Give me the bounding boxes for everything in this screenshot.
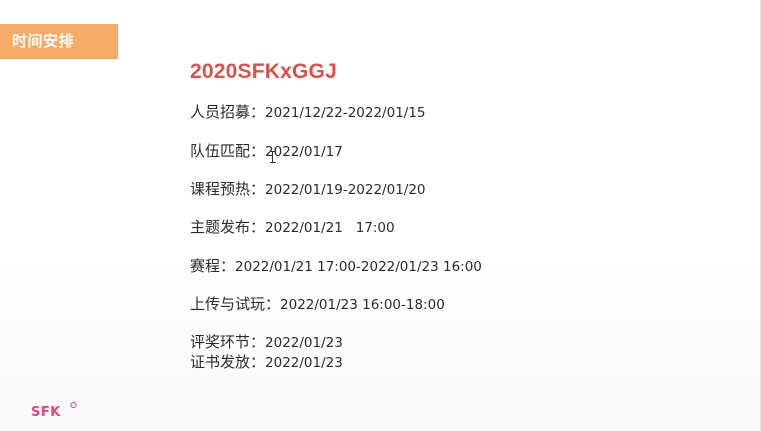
- section-tag: 时间安排: [0, 24, 118, 59]
- text-cursor-icon: [270, 151, 276, 163]
- schedule-value: 2022/01/23: [265, 355, 343, 371]
- schedule-row-team-matching: 队伍匹配：2022/01/17: [190, 140, 343, 162]
- schedule-value: 2021/12/22-2022/01/15: [265, 105, 426, 121]
- schedule-value: 2022/01/21 17:00-2022/01/23 16:00: [235, 259, 482, 275]
- schedule-label: 赛程：: [190, 257, 236, 275]
- schedule-value: 2022/01/23: [265, 335, 343, 351]
- schedule-label: 课程预热：: [190, 180, 266, 198]
- schedule-value: 2022/01/19-2022/01/20: [265, 182, 426, 198]
- schedule-value: 2022/01/21 17:00: [265, 220, 395, 236]
- logo-text: SFK: [31, 405, 61, 420]
- schedule-row-recruitment: 人员招募：2021/12/22-2022/01/15: [190, 101, 426, 123]
- slide-title: 2020SFKxGGJ: [190, 60, 337, 83]
- schedule-label: 队伍匹配：: [190, 142, 266, 160]
- schedule-row-competition: 赛程：2022/01/21 17:00-2022/01/23 16:00: [190, 255, 482, 277]
- schedule-label: 证书发放：: [190, 353, 266, 371]
- schedule-value: 2022/01/17: [265, 144, 343, 160]
- schedule-row-course-warmup: 课程预热：2022/01/19-2022/01/20: [190, 178, 426, 200]
- sfk-logo-icon: SFK: [31, 401, 77, 420]
- presentation-slide: 时间安排 2020SFKxGGJ 人员招募：2021/12/22-2022/01…: [0, 0, 761, 431]
- schedule-row-certificates: 证书发放：2022/01/23: [190, 351, 343, 373]
- schedule-value: 2022/01/23 16:00-18:00: [280, 297, 445, 313]
- schedule-label: 主题发布：: [190, 218, 266, 236]
- schedule-label: 评奖环节：: [190, 333, 266, 351]
- logo-dot: [70, 401, 77, 409]
- schedule-row-upload-playtest: 上传与试玩：2022/01/23 16:00-18:00: [190, 293, 445, 315]
- schedule-row-judging: 评奖环节：2022/01/23: [190, 331, 343, 353]
- schedule-label: 人员招募：: [190, 103, 266, 121]
- schedule-row-theme-release: 主题发布：2022/01/21 17:00: [190, 216, 395, 238]
- schedule-label: 上传与试玩：: [190, 295, 281, 313]
